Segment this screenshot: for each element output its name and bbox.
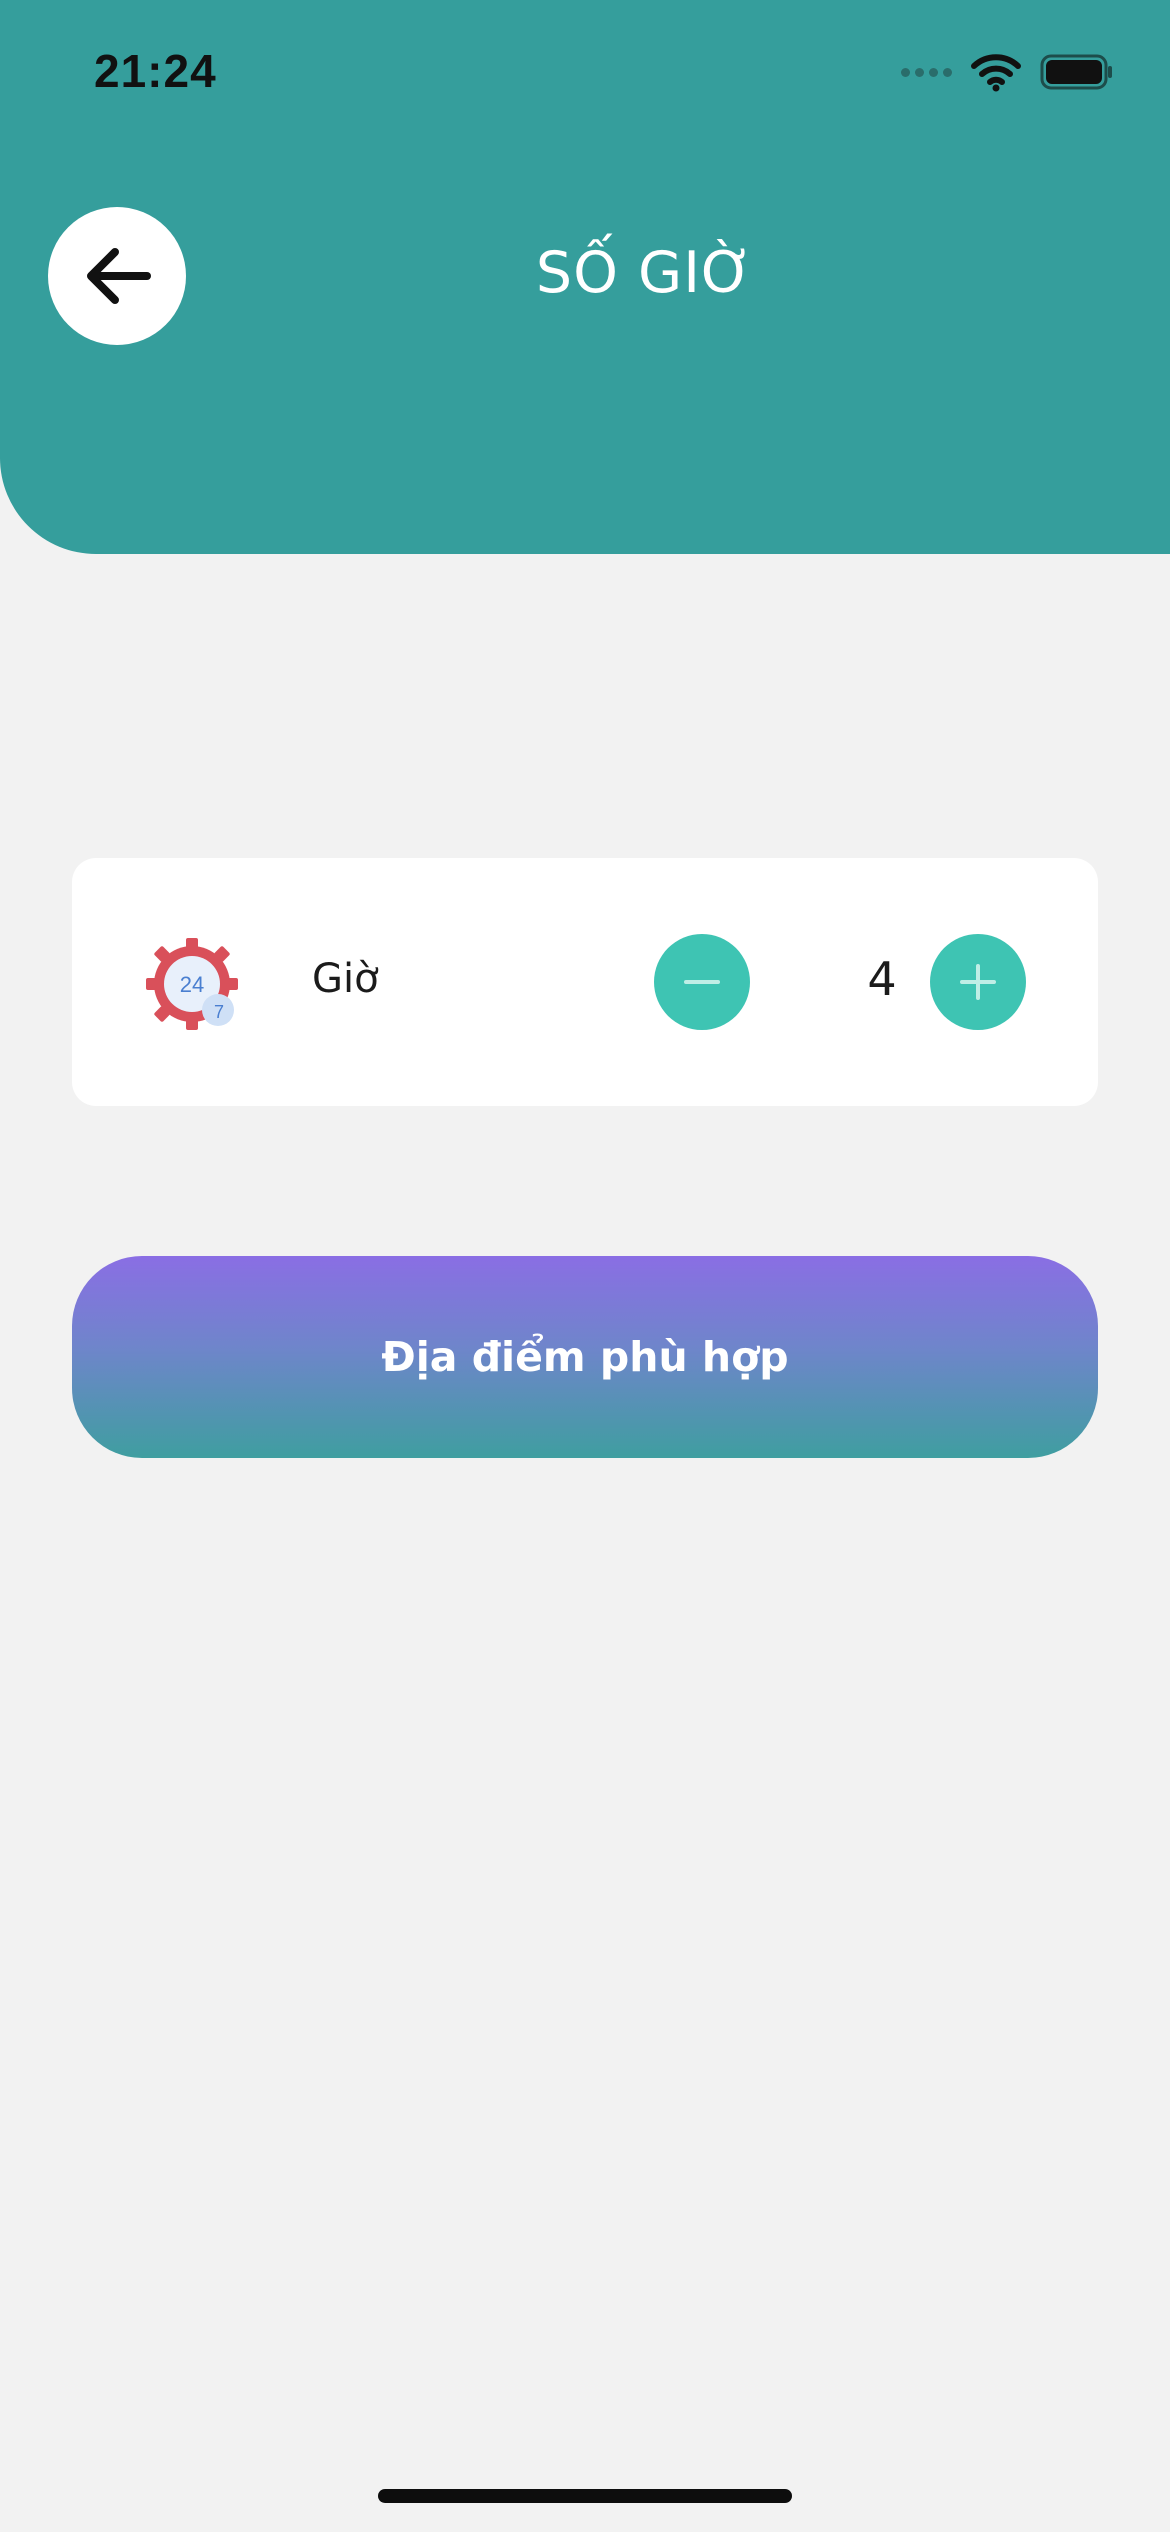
svg-text:24: 24 bbox=[180, 972, 204, 997]
hours-label: Giờ bbox=[312, 956, 379, 1002]
battery-icon bbox=[1040, 54, 1112, 90]
minus-icon bbox=[684, 980, 720, 984]
plus-icon bbox=[960, 964, 996, 1000]
clock-24-7-icon: 24 7 bbox=[146, 938, 238, 1030]
status-time: 21:24 bbox=[94, 45, 217, 97]
header: 21:24 SỐ GIỜ bbox=[0, 0, 1170, 554]
home-indicator bbox=[378, 2489, 792, 2503]
increase-hours-button[interactable] bbox=[930, 934, 1026, 1030]
find-locations-label: Địa điểm phù hợp bbox=[381, 1333, 789, 1381]
hours-card: 24 7 Giờ 4 bbox=[72, 858, 1098, 1106]
decrease-hours-button[interactable] bbox=[654, 934, 750, 1030]
status-icons bbox=[901, 52, 1114, 92]
wifi-icon bbox=[971, 54, 1021, 92]
find-locations-button[interactable]: Địa điểm phù hợp bbox=[72, 1256, 1098, 1458]
svg-text:7: 7 bbox=[214, 1002, 224, 1022]
cellular-signal-icon bbox=[901, 67, 952, 77]
page-title: SỐ GIỜ bbox=[535, 240, 755, 306]
hours-value: 4 bbox=[867, 952, 897, 1006]
